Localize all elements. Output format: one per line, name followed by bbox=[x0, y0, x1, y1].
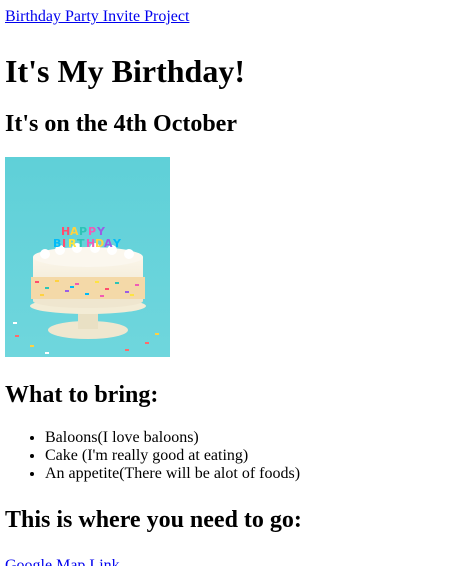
page-title: It's My Birthday! bbox=[5, 53, 245, 89]
party-date-heading: It's on the 4th October bbox=[5, 111, 237, 137]
list-item: Cake (I'm really good at eating) bbox=[45, 447, 450, 465]
svg-text:I: I bbox=[62, 237, 66, 250]
svg-text:A: A bbox=[104, 237, 113, 250]
svg-text:Y: Y bbox=[112, 237, 122, 250]
what-to-bring-heading: What to bring: bbox=[5, 382, 159, 408]
page-content: Birthday Party Invite Project It's My Bi… bbox=[5, 7, 450, 566]
svg-text:R: R bbox=[68, 237, 77, 250]
svg-text:T: T bbox=[77, 237, 85, 250]
bring-list: Baloons(I love baloons) Cake (I'm really… bbox=[5, 429, 450, 483]
birthday-cake-image: H A P P Y B I R T H D A Y bbox=[5, 157, 170, 357]
list-item: An appetite(There will be alot of foods) bbox=[45, 465, 450, 483]
google-map-link[interactable]: Google Map Link bbox=[5, 556, 450, 566]
svg-text:D: D bbox=[95, 237, 104, 250]
where-to-go-heading: This is where you need to go: bbox=[5, 507, 302, 533]
list-item: Baloons(I love baloons) bbox=[45, 429, 450, 447]
project-link[interactable]: Birthday Party Invite Project bbox=[5, 7, 450, 27]
svg-text:B: B bbox=[53, 237, 61, 250]
svg-text:H: H bbox=[86, 237, 95, 250]
